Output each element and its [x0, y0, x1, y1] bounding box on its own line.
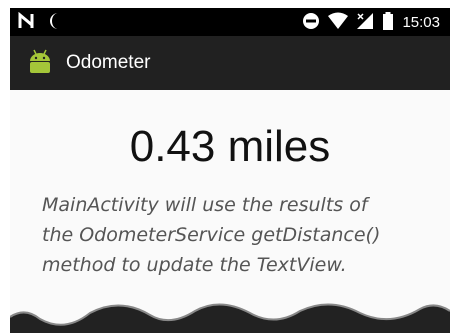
main-content: 0.43 miles MainActivity will use the res… — [10, 90, 450, 333]
signal-icon — [356, 12, 374, 34]
app-bar: Odometer — [10, 36, 450, 90]
moon-icon — [48, 12, 62, 34]
app-title: Odometer — [66, 52, 151, 73]
annotation-note: MainActivity will use the results of the… — [42, 194, 381, 276]
do-not-disturb-icon — [302, 12, 320, 34]
wifi-icon — [328, 12, 349, 34]
status-right: 15:03 — [302, 12, 440, 34]
status-left — [18, 11, 62, 34]
torn-edge-decoration — [10, 303, 450, 333]
notification-n-icon — [18, 11, 36, 34]
distance-textview: 0.43 miles — [129, 122, 331, 171]
status-bar: 15:03 — [10, 8, 450, 36]
status-time: 15:03 — [402, 14, 440, 31]
phone-screen: 15:03 Odometer 0.43 miles MainActivity w… — [10, 8, 450, 333]
battery-icon — [382, 12, 394, 34]
android-icon — [26, 48, 54, 80]
